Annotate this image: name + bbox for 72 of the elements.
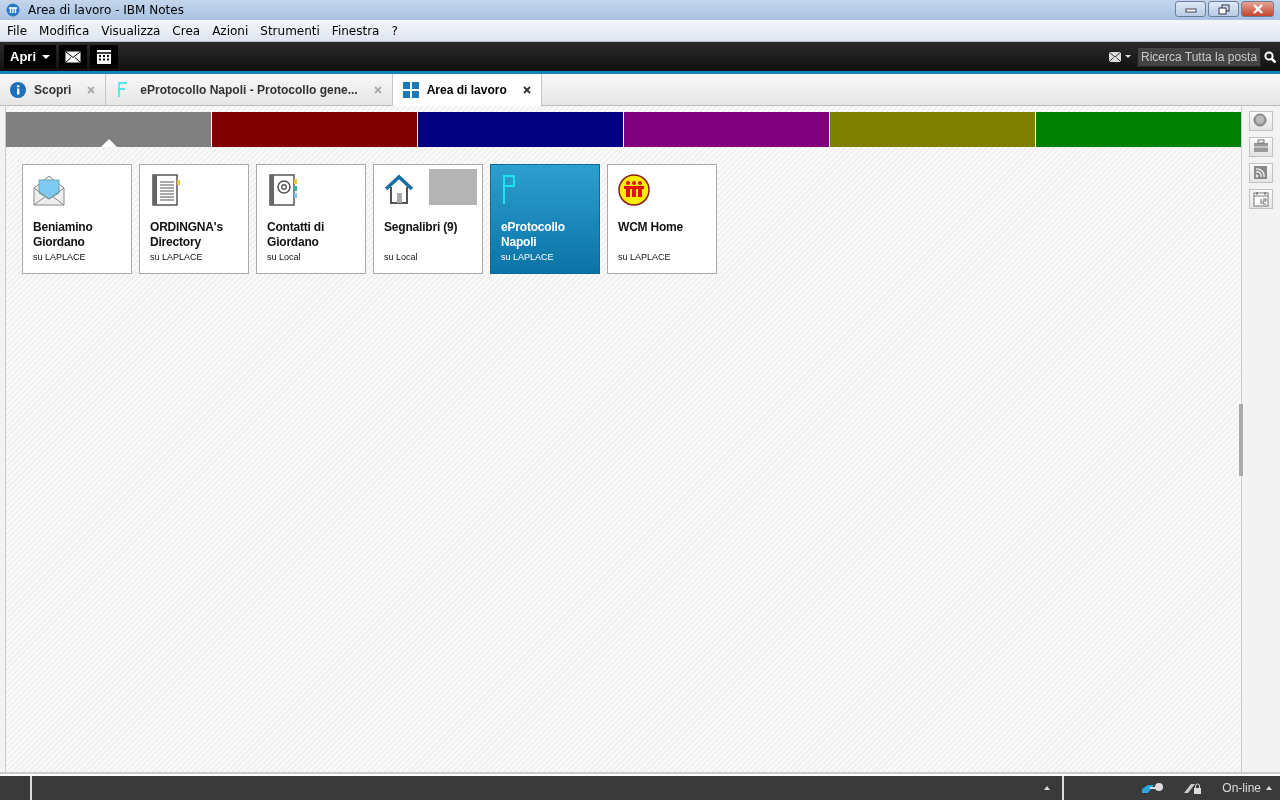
notebook-icon	[150, 174, 182, 206]
tile-server: su LAPLACE	[618, 252, 672, 262]
photo-placeholder	[429, 169, 477, 205]
tile-title: WCM Home	[618, 220, 685, 236]
tile-server: su LAPLACE	[150, 252, 204, 262]
caret-up-icon	[1266, 786, 1272, 790]
feed-icon	[1253, 165, 1269, 181]
flag-icon	[501, 174, 517, 204]
menu-item[interactable]: File	[2, 23, 33, 38]
menu-item[interactable]: Modifica	[34, 23, 95, 38]
tile-title: Segnalibri (9)	[384, 220, 459, 236]
close-icon	[1251, 4, 1264, 14]
tab[interactable]: eProtocollo Napoli - Protocollo gene...	[106, 74, 393, 105]
database-tile[interactable]: ORDINGNA's Directory su LAPLACE	[139, 164, 249, 274]
restore-button[interactable]	[1208, 1, 1239, 17]
restore-icon	[1217, 3, 1230, 15]
database-tile[interactable]: Segnalibri (9) su Local	[373, 164, 483, 274]
sidebar-button[interactable]	[1249, 111, 1273, 131]
resize-handle[interactable]	[1239, 404, 1243, 476]
database-tile[interactable]: Contatti di Giordano su Local	[256, 164, 366, 274]
menu-item[interactable]: Strumenti	[255, 23, 325, 38]
app-logo-icon	[6, 3, 20, 17]
tab[interactable]: Area di lavoro	[392, 74, 542, 106]
sidebar-button[interactable]	[1249, 163, 1273, 183]
tile-title: Beniamino Giordano	[33, 220, 94, 250]
sidebar-button[interactable]	[1249, 137, 1273, 157]
envelope-icon	[1109, 51, 1121, 62]
close-button[interactable]	[1241, 1, 1274, 17]
minimize-icon	[1184, 5, 1197, 13]
window-title: Area di lavoro - IBM Notes	[28, 3, 185, 17]
menu-item[interactable]: Crea	[167, 23, 206, 38]
menu-item[interactable]: Visualizza	[96, 23, 166, 38]
search-field[interactable]: Ricerca Tutta la posta	[1137, 46, 1261, 67]
chat-icon	[1253, 113, 1269, 129]
calendar-icon	[97, 49, 111, 64]
caret-up-icon[interactable]	[1044, 786, 1051, 790]
open-menu-button[interactable]: Apri	[4, 44, 56, 69]
tab[interactable]: Scopri	[0, 74, 107, 105]
envelope-icon	[33, 174, 65, 206]
tile-title: eProtocollo Napoli	[501, 220, 566, 250]
database-tile[interactable]: Beniamino Giordano su LAPLACE	[22, 164, 132, 274]
sidebar-button[interactable]	[1249, 189, 1273, 209]
info-icon	[10, 81, 26, 98]
menu-item[interactable]: Azioni	[207, 23, 254, 38]
envelope-icon	[65, 50, 81, 63]
people-logo-icon	[618, 174, 650, 206]
grid-icon	[402, 82, 419, 98]
caret-icon	[42, 54, 50, 59]
database-tile[interactable]: eProtocollo Napoli su LAPLACE	[490, 164, 600, 274]
mail-button[interactable]	[59, 44, 87, 69]
close-icon[interactable]	[522, 86, 531, 94]
search-scope-button[interactable]	[1109, 51, 1131, 62]
tile-title: ORDINGNA's Directory	[150, 220, 224, 250]
tile-server: su Local	[267, 252, 302, 262]
search-icon[interactable]	[1264, 50, 1276, 63]
menu-item[interactable]: Finestra	[326, 23, 385, 38]
tile-server: su LAPLACE	[33, 252, 87, 262]
database-tile[interactable]: WCM Home su LAPLACE	[607, 164, 717, 274]
calendar-button[interactable]	[90, 44, 118, 69]
briefcase-icon	[1253, 139, 1269, 155]
tile-server: su LAPLACE	[501, 252, 555, 262]
house-icon	[384, 174, 414, 204]
key-icon[interactable]	[1142, 782, 1165, 794]
address-book-icon	[267, 174, 299, 206]
caret-icon	[1125, 55, 1131, 58]
minimize-button[interactable]	[1175, 1, 1206, 17]
menu-item[interactable]: ?	[386, 23, 403, 38]
online-status-button[interactable]: On-line	[1222, 781, 1272, 795]
tile-title: Contatti di Giordano	[267, 220, 326, 250]
calendar-icon	[1253, 191, 1269, 207]
tile-server: su Local	[384, 252, 419, 262]
lock-icon[interactable]	[1184, 782, 1203, 794]
